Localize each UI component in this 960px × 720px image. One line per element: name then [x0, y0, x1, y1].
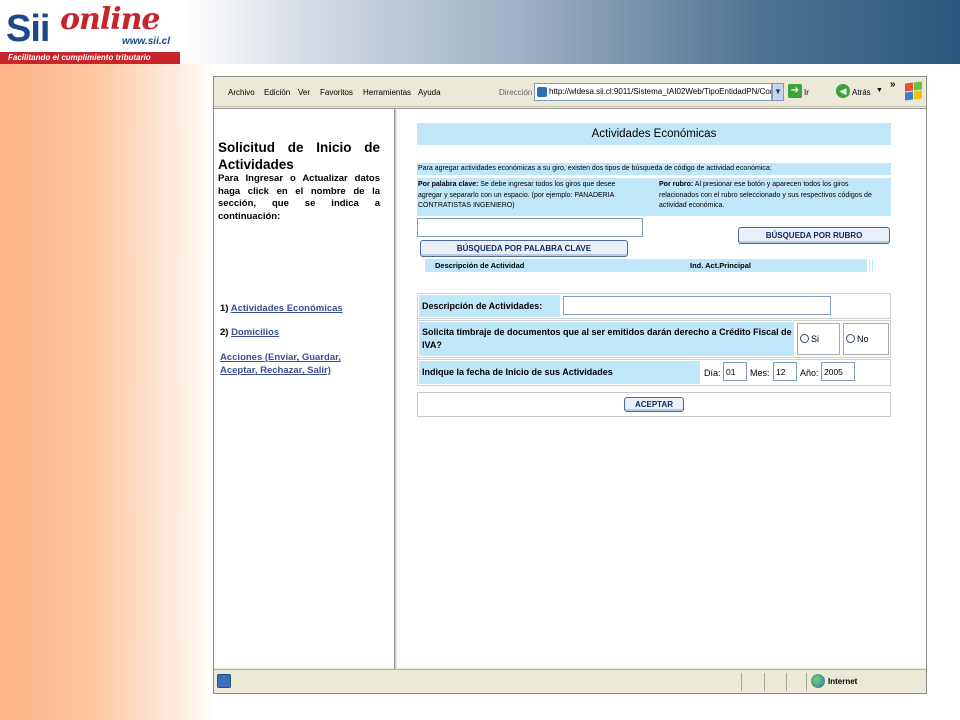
internet-zone-icon [811, 674, 825, 688]
status-divider [764, 673, 765, 691]
accept-row: ACEPTAR [417, 392, 891, 417]
desc-row: Descripción de Actividades: [417, 293, 891, 319]
link-actividades-economicas[interactable]: Actividades Económicas [231, 303, 343, 314]
link-domicilios[interactable]: Domicilios [231, 327, 279, 338]
day-label: Día: [704, 368, 721, 378]
status-divider [806, 673, 807, 691]
section-title: Actividades Económicas [417, 123, 891, 145]
sii-online-logo: Sii online www.sii.cl [4, 2, 182, 58]
category-label: Por rubro: [659, 181, 694, 188]
status-divider [786, 673, 787, 691]
nav-item-domicilios: 2) Domicilios [220, 327, 279, 338]
left-nav-panel: Solicitud de Inicio de Actividades Para … [218, 139, 380, 376]
intro-text: Para Ingresar o Actualizar datos haga cl… [218, 173, 380, 222]
keyword-search-input[interactable] [417, 218, 643, 237]
back-label[interactable]: Atrás [852, 88, 871, 97]
frame-divider[interactable] [394, 109, 397, 669]
menu-ver[interactable]: Ver [298, 88, 310, 97]
month-label: Mes: [750, 368, 770, 378]
radio-no[interactable] [846, 334, 855, 343]
internet-zone-label: Internet [828, 677, 858, 686]
keyword-instructions: Por palabra clave: Se debe ingresar todo… [418, 180, 640, 212]
description-input[interactable] [563, 296, 831, 315]
go-arrow-icon[interactable]: ➔ [788, 84, 802, 98]
radio-no-option[interactable]: No [843, 323, 889, 355]
month-input[interactable] [773, 362, 797, 381]
page-status-icon [217, 674, 231, 688]
radio-yes-label: Si [811, 334, 820, 344]
stamp-question: Solicita timbraje de documentos que al s… [419, 322, 794, 356]
back-arrow-icon[interactable]: ◀ [836, 84, 850, 98]
menu-archivo[interactable]: Archivo [228, 88, 255, 97]
search-instructions: Por palabra clave: Se debe ingresar todo… [417, 178, 891, 216]
address-label: Dirección [499, 88, 533, 97]
logo-online-text: online [60, 2, 161, 37]
logo-sii-text: Sii [6, 8, 50, 50]
nav-item-actividades: 1) Actividades Económicas [220, 303, 343, 314]
desc-label: Descripción de Actividades: [419, 295, 560, 317]
col-descripcion: Descripción de Actividad [435, 261, 525, 270]
logo-url: www.sii.cl [122, 36, 170, 47]
header-banner: Sii online www.sii.cl Facilitando el cum… [0, 0, 960, 64]
link-acciones[interactable]: Acciones (Enviar, Guardar, Aceptar, Rech… [220, 352, 341, 376]
address-dropdown-icon[interactable]: ▼ [772, 83, 784, 101]
ie-page-icon [537, 87, 547, 97]
menu-ayuda[interactable]: Ayuda [418, 88, 441, 97]
address-bar[interactable]: http://wldesa.sii.cl:9011/Sistema_IAI02W… [534, 83, 772, 101]
page: Sii online www.sii.cl Facilitando el cum… [0, 0, 960, 720]
stamp-row: Solicita timbraje de documentos que al s… [417, 320, 891, 358]
page-content: Solicitud de Inicio de Actividades Para … [214, 108, 926, 669]
status-divider [741, 673, 742, 691]
main-form-panel: Actividades Económicas Para agregar acti… [417, 123, 891, 417]
category-instructions: Por rubro: Al presionar ese botón y apar… [659, 180, 881, 212]
radio-yes[interactable] [800, 334, 809, 343]
menu-herramientas[interactable]: Herramientas [363, 88, 411, 97]
year-input[interactable] [821, 362, 855, 381]
col-ind-principal: Ind. Act.Principal [690, 261, 751, 270]
activities-table-header: Descripción de Actividad Ind. Act.Princi… [425, 259, 867, 272]
keyword-label: Por palabra clave: [418, 181, 479, 188]
nav-item-number: 2) [220, 327, 229, 338]
search-by-category-button[interactable]: BÚSQUEDA POR RUBRO [738, 227, 890, 244]
search-by-keyword-button[interactable]: BÚSQUEDA POR PALABRA CLAVE [420, 240, 628, 257]
status-bar: Internet [214, 669, 926, 693]
tagline: Facilitando el cumplimiento tributario [0, 52, 180, 64]
menu-edicion[interactable]: Edición [264, 88, 290, 97]
radio-yes-option[interactable]: Si [797, 323, 840, 355]
address-url: http://wldesa.sii.cl:9011/Sistema_IAI02W… [549, 87, 772, 96]
back-dropdown-icon[interactable]: ▼ [876, 87, 883, 94]
day-input[interactable] [723, 362, 747, 381]
date-row: Indique la fecha de Inicio de sus Activi… [417, 359, 891, 386]
table-header-end [869, 259, 873, 272]
nav-item-number: 1) [220, 303, 229, 314]
page-title-line1: Solicitud de Inicio de [218, 140, 380, 155]
browser-window: Archivo Edición Ver Favoritos Herramient… [213, 76, 927, 694]
more-chevron-icon[interactable]: » [890, 79, 896, 90]
nav-item-acciones: Acciones (Enviar, Guardar, Aceptar, Rech… [220, 351, 360, 377]
radio-no-label: No [857, 334, 869, 344]
accept-button[interactable]: ACEPTAR [624, 397, 684, 412]
menu-favoritos[interactable]: Favoritos [320, 88, 353, 97]
windows-logo-icon [904, 81, 922, 101]
browser-toolbar: Archivo Edición Ver Favoritos Herramient… [214, 77, 926, 107]
page-title-line2: Actividades [218, 157, 294, 172]
go-label[interactable]: Ir [804, 88, 809, 97]
info-text: Para agregar actividades económicas a su… [417, 163, 891, 175]
date-question: Indique la fecha de Inicio de sus Activi… [419, 361, 700, 384]
year-label: Año: [800, 368, 819, 378]
